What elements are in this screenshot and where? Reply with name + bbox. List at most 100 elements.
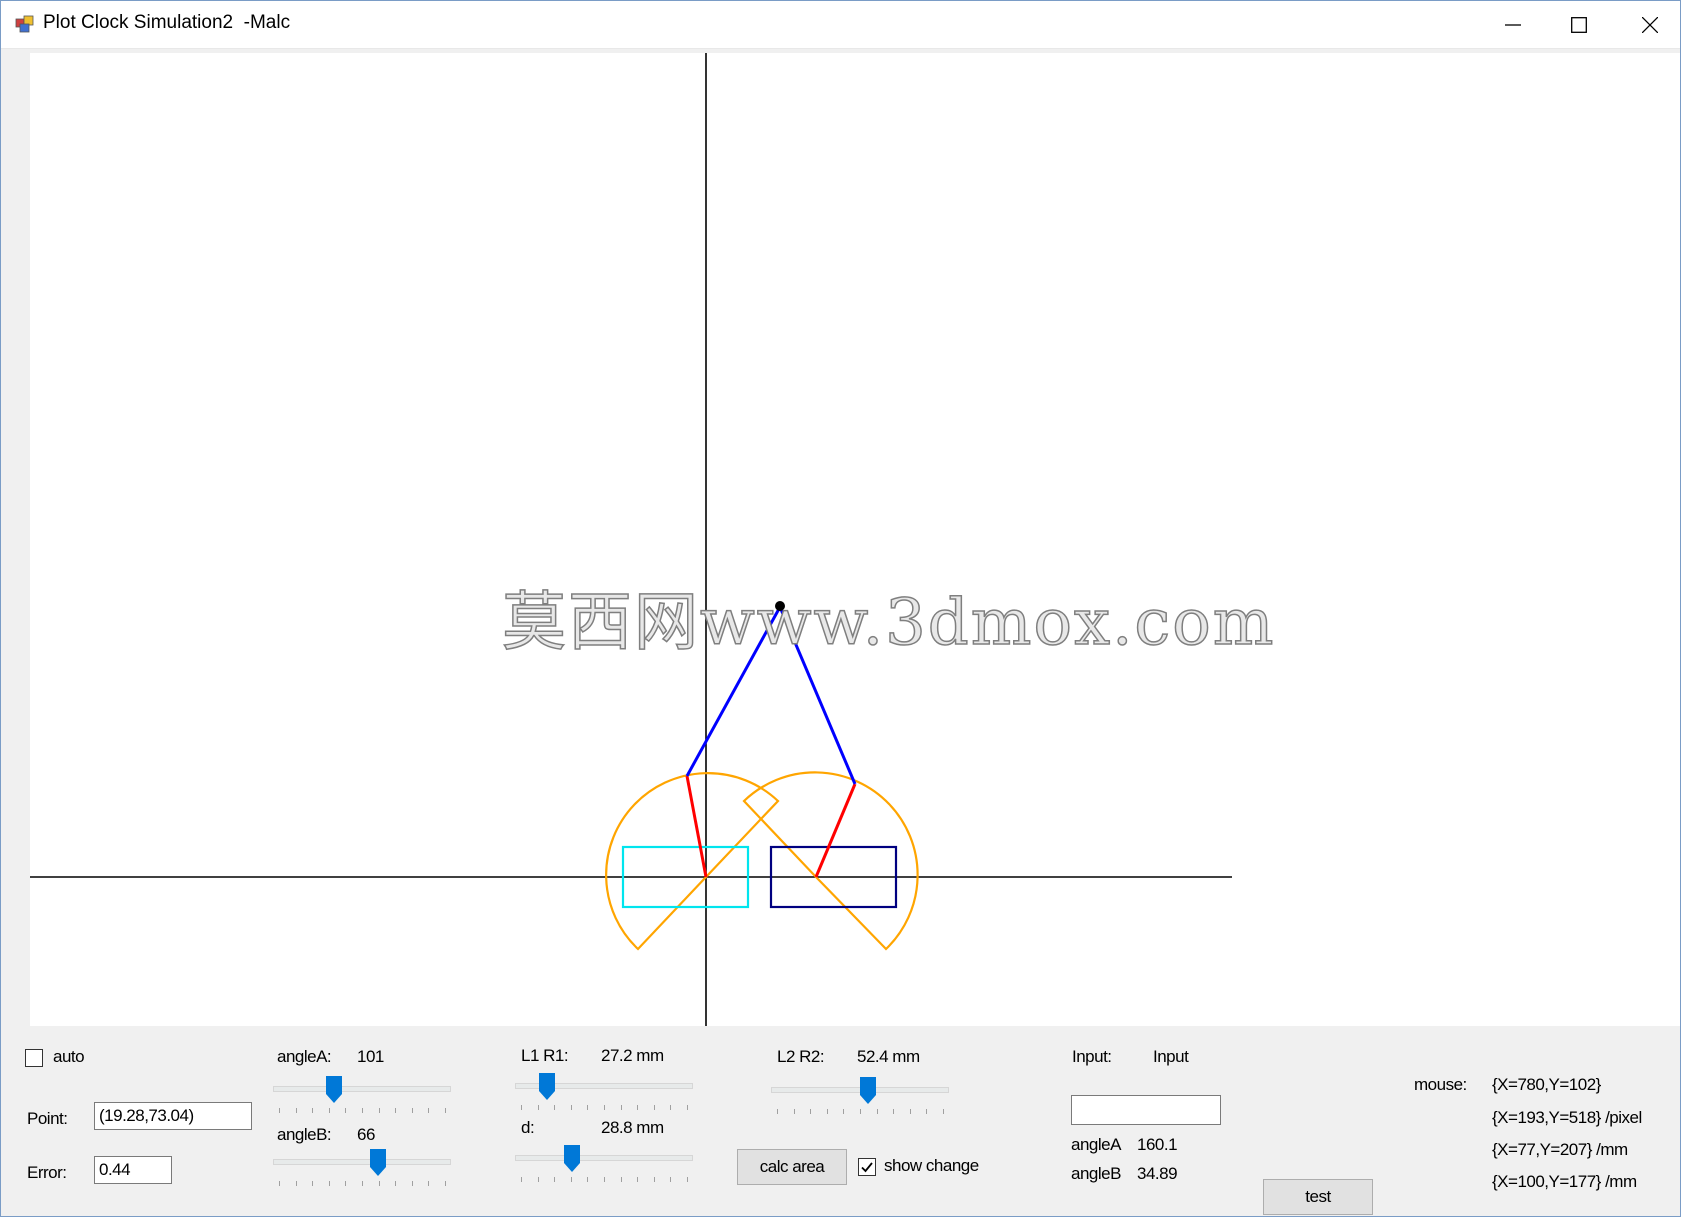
slider-tick — [554, 1177, 556, 1182]
close-button[interactable] — [1615, 1, 1680, 48]
slider-tick — [362, 1108, 363, 1113]
slider-tick — [395, 1108, 397, 1113]
slider-tick — [411, 1181, 413, 1186]
l1r1-label: L1 R1: — [521, 1046, 569, 1065]
slider-tick — [843, 1109, 845, 1114]
angleB-slider[interactable] — [273, 1149, 451, 1189]
slider-tick — [826, 1109, 828, 1114]
slider-tick — [345, 1108, 347, 1113]
l1r1-value: 27.2 mm — [601, 1046, 664, 1065]
upper-arm-left — [685, 606, 782, 777]
slider-tick — [687, 1105, 688, 1110]
d-label: d: — [521, 1118, 535, 1137]
input-field[interactable] — [1071, 1095, 1221, 1125]
d-slider[interactable] — [515, 1145, 693, 1185]
slider-tick — [793, 1109, 795, 1114]
minimize-icon — [1505, 23, 1521, 26]
mouse-mm-line-2: {X=100,Y=177} /mm — [1492, 1172, 1637, 1191]
slider-tick — [295, 1181, 297, 1186]
slider-tick — [620, 1105, 622, 1110]
slider-tick — [604, 1105, 605, 1110]
point-field[interactable]: (19.28,73.04) — [94, 1102, 252, 1130]
l1r1-slider[interactable] — [515, 1073, 693, 1113]
mouse-mm-line: {X=77,Y=207} /mm — [1492, 1140, 1628, 1159]
title-bar[interactable]: Plot Clock Simulation2 -Malc — [1, 1, 1680, 49]
angleB-output-label: angleB — [1071, 1164, 1121, 1183]
slider-tick — [445, 1108, 446, 1113]
error-label: Error: — [27, 1163, 67, 1182]
slider-tick — [777, 1109, 778, 1114]
slider-ticks — [521, 1177, 688, 1182]
lower-arm-right — [814, 783, 857, 878]
slider-thumb[interactable] — [563, 1145, 580, 1172]
slider-tick — [570, 1177, 572, 1182]
slider-tick — [295, 1108, 297, 1113]
test-button[interactable]: test — [1263, 1179, 1373, 1215]
angleA-slider-value: 101 — [357, 1047, 384, 1066]
maximize-icon — [1571, 16, 1587, 33]
app-icon — [15, 15, 34, 33]
slider-tick — [521, 1105, 522, 1110]
slider-tick — [587, 1105, 589, 1110]
slider-tick — [637, 1105, 639, 1110]
slider-tick — [345, 1181, 347, 1186]
simulation-canvas[interactable]: 莫西网www.3dmox.com — [30, 53, 1680, 1026]
slider-tick — [943, 1109, 944, 1114]
slider-tick — [860, 1109, 861, 1114]
angleB-output-value: 34.89 — [1137, 1164, 1178, 1183]
slider-tick — [537, 1177, 539, 1182]
input-label: Input: — [1072, 1047, 1112, 1066]
slider-tick — [604, 1177, 605, 1182]
calc-area-button[interactable]: calc area — [737, 1149, 847, 1185]
slider-tick — [411, 1108, 413, 1113]
mouse-label: mouse: — [1414, 1075, 1467, 1094]
slider-tick — [670, 1105, 672, 1110]
slider-tick — [570, 1105, 572, 1110]
mouse-pixel-line: {X=193,Y=518} /pixel — [1492, 1108, 1642, 1127]
show-change-checkbox[interactable] — [858, 1158, 876, 1176]
minimize-button[interactable] — [1478, 1, 1548, 48]
auto-label: auto — [53, 1047, 85, 1066]
slider-tick — [876, 1109, 878, 1114]
slider-thumb[interactable] — [860, 1077, 877, 1104]
close-icon — [1642, 16, 1658, 33]
slider-tick — [810, 1109, 812, 1114]
slider-tick — [653, 1177, 655, 1182]
slider-tick — [378, 1108, 380, 1113]
maximize-button[interactable] — [1544, 1, 1614, 48]
mouse-coord-line: {X=780,Y=102} — [1492, 1075, 1601, 1094]
slider-tick — [378, 1181, 380, 1186]
slider-tick — [554, 1105, 556, 1110]
slider-thumb[interactable] — [370, 1149, 387, 1176]
angleA-output-label: angleA — [1071, 1135, 1121, 1154]
slider-ticks — [279, 1108, 446, 1113]
slider-tick — [926, 1109, 928, 1114]
slider-thumb[interactable] — [326, 1076, 343, 1103]
slider-tick — [893, 1109, 895, 1114]
d-value: 28.8 mm — [601, 1118, 664, 1137]
error-field[interactable]: 0.44 — [94, 1156, 172, 1184]
slider-ticks — [777, 1109, 944, 1114]
slider-tick — [328, 1181, 330, 1186]
slider-tick — [328, 1108, 330, 1113]
auto-checkbox[interactable] — [25, 1049, 43, 1067]
slider-tick — [687, 1177, 688, 1182]
slider-tick — [909, 1109, 911, 1114]
upper-arm-right — [778, 606, 857, 785]
slider-tick — [653, 1105, 655, 1110]
show-change-label: show change — [884, 1156, 979, 1175]
slider-tick — [620, 1177, 622, 1182]
l2r2-slider[interactable] — [771, 1077, 949, 1117]
l2r2-value: 52.4 mm — [857, 1047, 920, 1066]
slider-tick — [312, 1181, 314, 1186]
input-title: Input — [1153, 1047, 1189, 1066]
slider-tick — [279, 1108, 280, 1113]
angleA-slider[interactable] — [273, 1076, 451, 1116]
slider-tick — [521, 1177, 522, 1182]
point-label: Point: — [27, 1109, 68, 1128]
slider-tick — [279, 1181, 280, 1186]
angleB-slider-label: angleB: — [277, 1125, 332, 1144]
slider-track — [273, 1159, 451, 1165]
slider-thumb[interactable] — [539, 1073, 556, 1100]
slider-tick — [395, 1181, 397, 1186]
